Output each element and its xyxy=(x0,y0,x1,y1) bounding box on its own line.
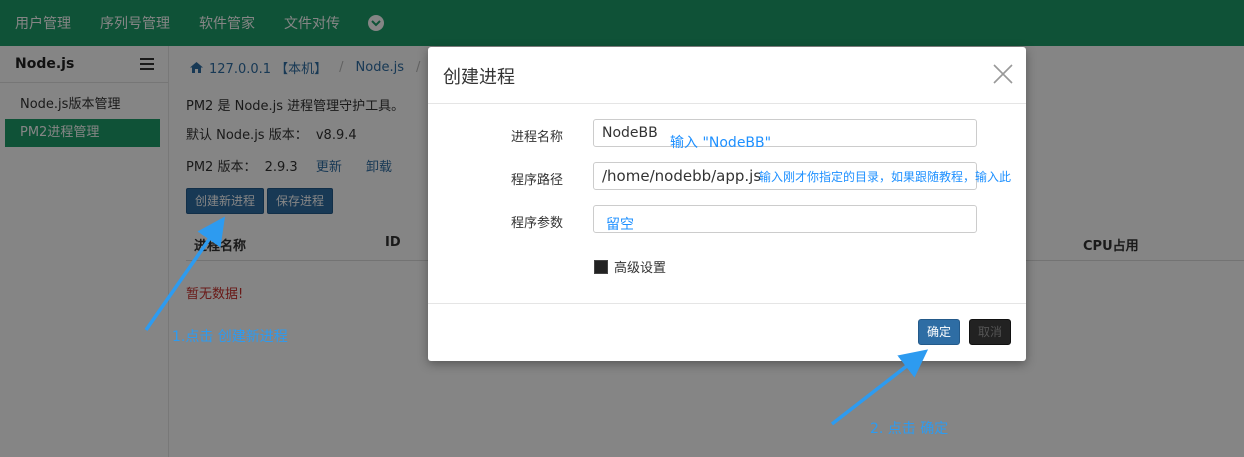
step2-arrow xyxy=(830,349,929,426)
step2-annotation: 2. 点击 确定 xyxy=(870,421,949,437)
step1-arrow xyxy=(144,216,225,331)
step1-annotation: 1.点击 创建新进程 xyxy=(172,329,288,345)
annotation-arrows xyxy=(144,216,929,426)
